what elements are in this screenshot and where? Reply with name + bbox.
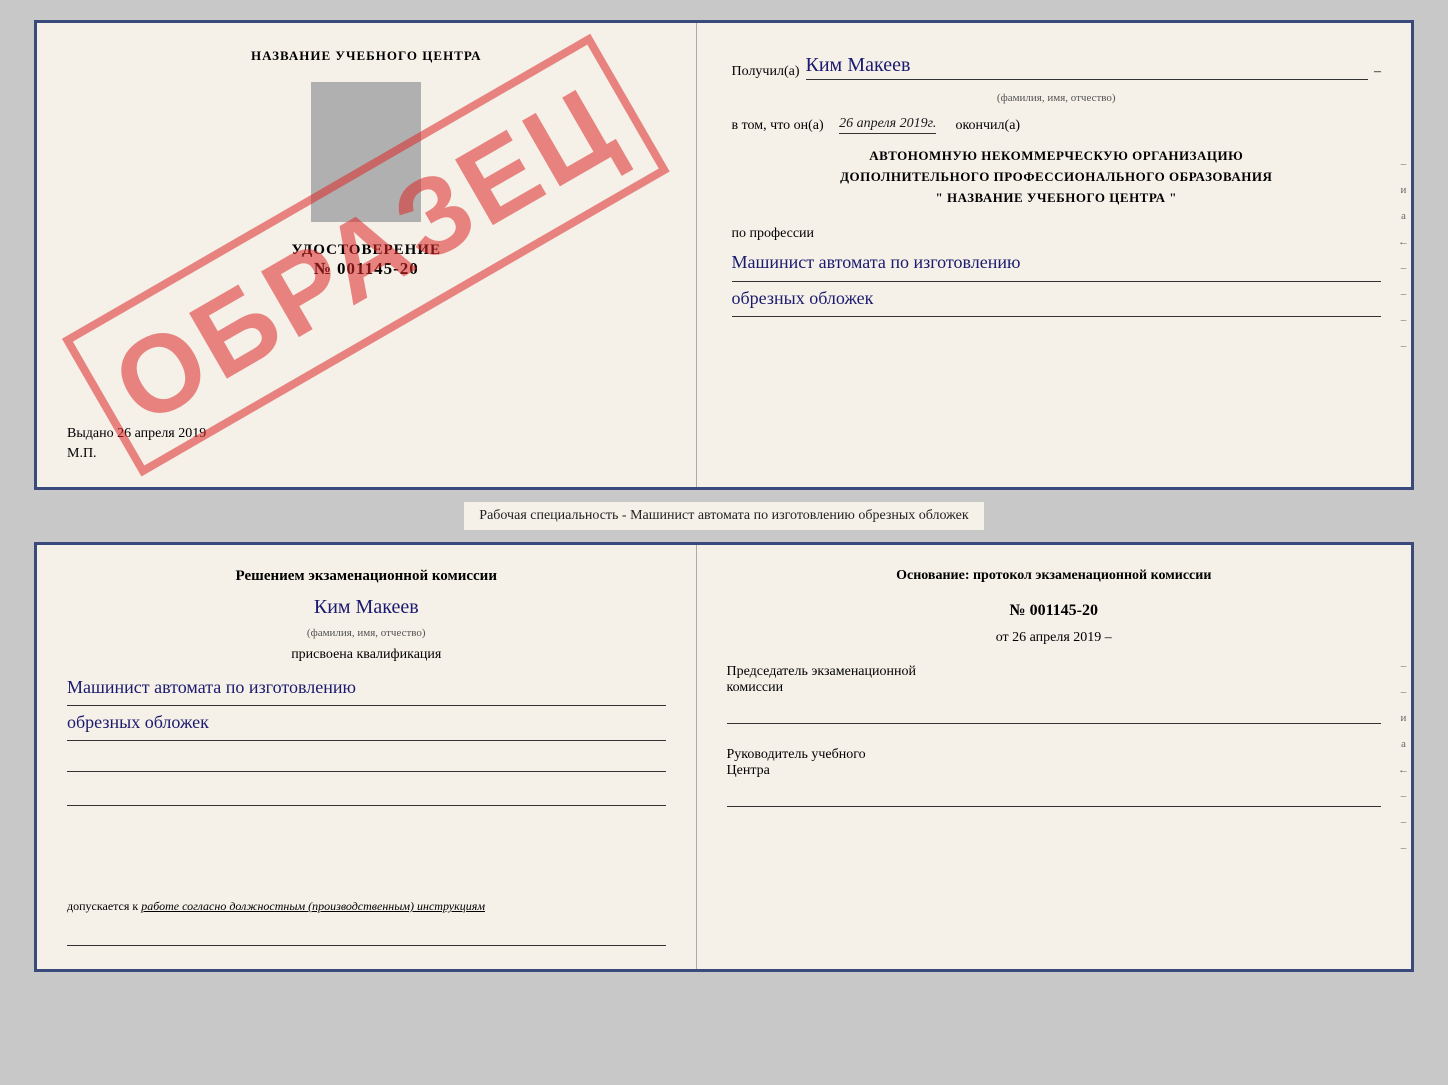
profession-line1: Машинист автомата по изготовлению: [732, 246, 1381, 281]
vydano-row: Выдано 26 апреля 2019: [67, 426, 666, 442]
top-cert-school-name: НАЗВАНИЕ УЧЕБНОГО ЦЕНТРА: [251, 48, 482, 64]
top-cert-left: НАЗВАНИЕ УЧЕБНОГО ЦЕНТРА УДОСТОВЕРЕНИЕ №…: [37, 23, 697, 487]
prisvoena-label: присвоена квалификация: [67, 647, 666, 663]
vydano-date: 26 апреля 2019: [117, 426, 206, 441]
underline-1: [67, 752, 666, 772]
profession-line2: обрезных обложек: [732, 282, 1381, 317]
bottom-cert-right: Основание: протокол экзаменационной коми…: [697, 545, 1411, 969]
middle-specialty-label: Рабочая специальность - Машинист автомат…: [464, 502, 983, 530]
vtom-row: в том, что он(а) 26 апреля 2019г. окончи…: [732, 116, 1381, 134]
dopuskaetsya-text: работе согласно должностным (производств…: [141, 899, 485, 913]
recipient-name: Ким Макеев: [806, 53, 1368, 80]
org-line2: ДОПОЛНИТЕЛЬНОГО ПРОФЕССИОНАЛЬНОГО ОБРАЗО…: [732, 167, 1381, 188]
ot-prefix: от: [996, 630, 1009, 645]
chairman-label1: Председатель экзаменационной: [727, 664, 1381, 680]
cert-date: 26 апреля 2019г.: [839, 116, 936, 134]
mp-row: М.П.: [67, 446, 666, 462]
bottom-recipient-name: Ким Макеев: [67, 596, 666, 619]
vydano-label: Выдано: [67, 426, 114, 441]
underline-3: [67, 926, 666, 946]
komissia-title: Решением экзаменационной комиссии: [67, 565, 666, 588]
top-certificate: НАЗВАНИЕ УЧЕБНОГО ЦЕНТРА УДОСТОВЕРЕНИЕ №…: [34, 20, 1414, 490]
rukovoditel-label2: Центра: [727, 763, 1381, 779]
dopuskaetsya-block: допускается к работе согласно должностны…: [67, 897, 666, 915]
okonchil-label: окончил(а): [955, 118, 1020, 134]
protocol-number: № 001145-20: [727, 602, 1381, 620]
udostoverenie-number: № 001145-20: [292, 259, 442, 279]
underline-2: [67, 786, 666, 806]
name-sublabel: (фамилия, имя, отчество): [732, 92, 1381, 104]
kvali-line1: Машинист автомата по изготовлению: [67, 671, 666, 706]
top-cert-right: Получил(а) Ким Макеев – (фамилия, имя, о…: [697, 23, 1411, 487]
prof-block: по профессии Машинист автомата по изгото…: [732, 226, 1381, 317]
chairman-block: Председатель экзаменационной комиссии: [727, 664, 1381, 727]
side-decoration: – и a ← – – – –: [1398, 158, 1409, 352]
bottom-side-decoration: – – и a ← – – –: [1398, 660, 1409, 854]
udostoverenie-label: УДОСТОВЕРЕНИЕ: [292, 242, 442, 259]
vtom-prefix: в том, что он(а): [732, 118, 824, 134]
photo-placeholder: [311, 82, 421, 222]
org-line3: " НАЗВАНИЕ УЧЕБНОГО ЦЕНТРА ": [732, 188, 1381, 209]
dash-ot: –: [1105, 630, 1112, 645]
bottom-fio-label: (фамилия, имя, отчество): [67, 627, 666, 639]
udostoverenie-block: УДОСТОВЕРЕНИЕ № 001145-20: [292, 242, 442, 279]
rukovoditel-sign-line: [727, 787, 1381, 807]
poluchil-label: Получил(а): [732, 64, 800, 80]
chairman-sign-line: [727, 704, 1381, 724]
ot-date: 26 апреля 2019: [1012, 630, 1101, 645]
bottom-cert-left: Решением экзаменационной комиссии Ким Ма…: [37, 545, 697, 969]
po-professii-label: по профессии: [732, 226, 1381, 242]
org-block: АВТОНОМНУЮ НЕКОММЕРЧЕСКУЮ ОРГАНИЗАЦИЮ ДО…: [732, 146, 1381, 208]
rukovoditel-block: Руководитель учебного Центра: [727, 747, 1381, 810]
dash-top: –: [1374, 64, 1381, 80]
osnovanie-label: Основание: протокол экзаменационной коми…: [727, 565, 1381, 586]
dopuskaetsya-prefix: допускается к: [67, 899, 138, 913]
rukovoditel-label1: Руководитель учебного: [727, 747, 1381, 763]
ot-row: от 26 апреля 2019 –: [727, 630, 1381, 646]
org-line1: АВТОНОМНУЮ НЕКОММЕРЧЕСКУЮ ОРГАНИЗАЦИЮ: [732, 146, 1381, 167]
bottom-certificate: Решением экзаменационной комиссии Ким Ма…: [34, 542, 1414, 972]
kvali-line2: обрезных обложек: [67, 706, 666, 741]
poluchil-row: Получил(а) Ким Макеев –: [732, 53, 1381, 80]
chairman-label2: комиссии: [727, 680, 1381, 696]
kvali-block: Машинист автомата по изготовлению обрезн…: [67, 671, 666, 742]
